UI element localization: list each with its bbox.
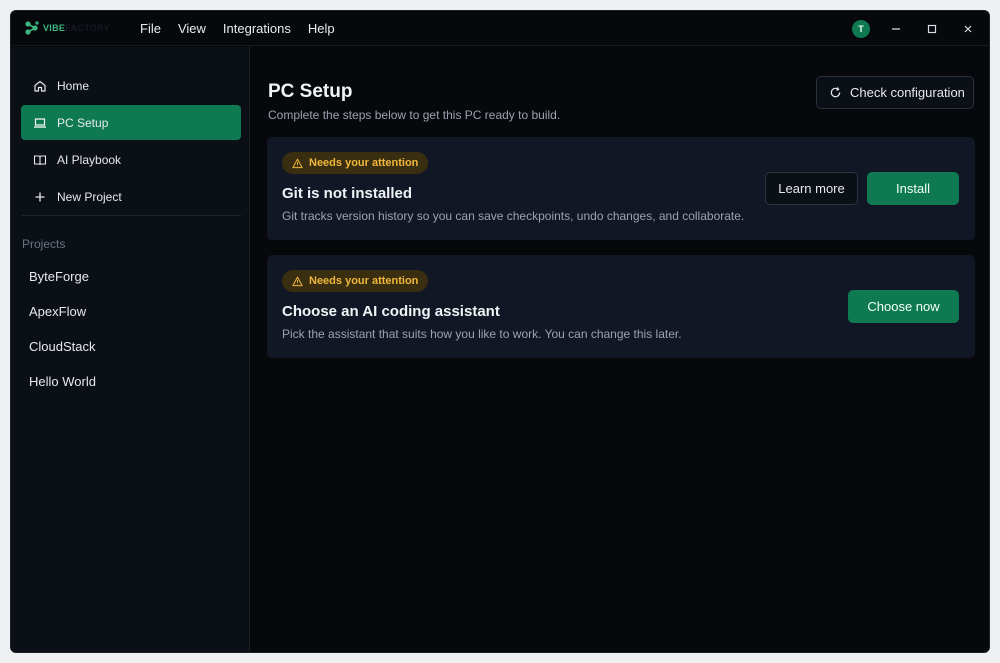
- choose-now-button[interactable]: Choose now: [848, 290, 959, 323]
- projects-heading: Projects: [22, 237, 66, 251]
- status-badge-label: Needs your attention: [309, 157, 419, 169]
- maximize-button[interactable]: [923, 20, 941, 38]
- card-description: Pick the assistant that suits how you li…: [282, 327, 682, 341]
- warning-icon: [292, 276, 303, 286]
- book-icon: [33, 154, 47, 165]
- sidebar-item-label: New Project: [57, 189, 122, 204]
- project-item-apexflow[interactable]: ApexFlow: [29, 304, 86, 319]
- menu-view[interactable]: View: [178, 21, 206, 36]
- sidebar-item-home[interactable]: Home: [21, 68, 241, 103]
- card-description: Git tracks version history so you can sa…: [282, 209, 745, 223]
- setup-card-git: Needs your attention Git is not installe…: [267, 137, 975, 240]
- menu-integrations[interactable]: Integrations: [223, 21, 291, 36]
- project-item-cloudstack[interactable]: CloudStack: [29, 339, 95, 354]
- check-configuration-label: Check configuration: [850, 85, 965, 100]
- install-button[interactable]: Install: [867, 172, 959, 205]
- check-configuration-button[interactable]: Check configuration: [816, 76, 974, 109]
- app-window: VIBEFACTORY File View Integrations Help …: [10, 10, 990, 653]
- close-button[interactable]: [959, 20, 977, 38]
- title-bar: VIBEFACTORY File View Integrations Help …: [11, 11, 989, 46]
- logo-icon: [25, 21, 39, 35]
- setup-card-ai-assistant: Needs your attention Choose an AI coding…: [267, 255, 975, 358]
- status-badge: Needs your attention: [282, 270, 429, 292]
- page-title: PC Setup: [268, 81, 353, 102]
- app-logo: VIBEFACTORY: [24, 20, 110, 36]
- plus-icon: [35, 192, 45, 201]
- sidebar-item-label: Home: [57, 78, 90, 93]
- status-badge-label: Needs your attention: [309, 275, 419, 287]
- sidebar-item-new-project[interactable]: New Project: [21, 179, 241, 214]
- home-icon: [34, 80, 46, 92]
- sidebar-item-label: PC Setup: [57, 115, 109, 130]
- minimize-button[interactable]: [887, 20, 905, 38]
- page-subtitle: Complete the steps below to get this PC …: [268, 108, 561, 122]
- menu-file[interactable]: File: [140, 21, 161, 36]
- sidebar-divider: [22, 215, 241, 216]
- menu-bar: File View Integrations Help: [140, 11, 335, 46]
- sidebar: Home PC Setup AI Playbook New Project Pr…: [11, 47, 250, 652]
- sidebar-item-ai-playbook[interactable]: AI Playbook: [21, 142, 241, 177]
- sidebar-item-pc-setup[interactable]: PC Setup: [21, 105, 241, 140]
- refresh-icon: [830, 87, 841, 98]
- close-icon: [964, 25, 972, 33]
- minimize-icon: [892, 28, 900, 30]
- card-title: Git is not installed: [282, 185, 413, 202]
- warning-icon: [292, 158, 303, 168]
- project-item-byteforge[interactable]: ByteForge: [29, 269, 89, 284]
- project-item-hello-world[interactable]: Hello World: [29, 374, 96, 389]
- menu-help[interactable]: Help: [308, 21, 335, 36]
- card-title: Choose an AI coding assistant: [282, 303, 500, 320]
- learn-more-button[interactable]: Learn more: [765, 172, 858, 205]
- user-avatar[interactable]: T: [852, 20, 870, 38]
- maximize-icon: [927, 24, 937, 34]
- laptop-icon: [34, 117, 46, 128]
- logo-text: VIBEFACTORY: [43, 23, 110, 33]
- sidebar-item-label: AI Playbook: [57, 152, 122, 167]
- status-badge: Needs your attention: [282, 152, 429, 174]
